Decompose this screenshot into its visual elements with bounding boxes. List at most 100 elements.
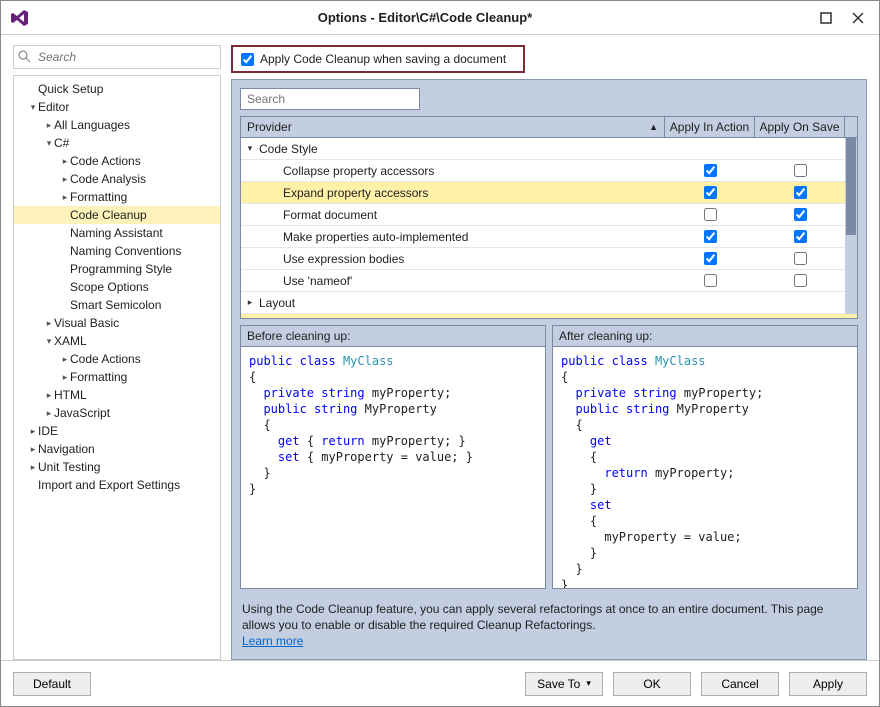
tree-item[interactable]: ▸Code Actions [14,152,220,170]
apply-on-save-checkbox[interactable] [794,208,807,221]
grid-data-row[interactable]: Make properties auto-implemented [241,226,845,248]
apply-in-action-checkbox[interactable] [704,164,717,177]
maximize-icon[interactable] [819,11,833,25]
tree-item[interactable]: ▾Editor [14,98,220,116]
grid-data-row[interactable]: Use 'nameof' [241,270,845,292]
tree-item[interactable]: Quick Setup [14,80,220,98]
group-arrow-icon: ▸ [241,297,259,308]
row-label: Expand property accessors [241,186,665,200]
apply-on-save-checkbox[interactable] [794,274,807,287]
apply-in-action-checkbox[interactable] [704,208,717,221]
tree-arrow-icon: ▸ [44,390,54,401]
apply-in-action-checkbox[interactable] [704,252,717,265]
apply-on-save-banner: Apply Code Cleanup when saving a documen… [231,45,525,73]
default-button[interactable]: Default [13,672,91,696]
row-label: Make properties auto-implemented [241,230,665,244]
tree-arrow-icon: ▸ [60,372,70,383]
tree-item[interactable]: ▾XAML [14,332,220,350]
grid-group-row[interactable]: ▸Layout [241,292,845,314]
learn-more-link[interactable]: Learn more [242,634,303,648]
tree-item[interactable]: Naming Conventions [14,242,220,260]
tree-item-label: All Languages [54,118,130,132]
description-text: Using the Code Cleanup feature, you can … [240,595,858,651]
options-tree[interactable]: Quick Setup▾Editor▸All Languages▾C#▸Code… [13,75,221,660]
tree-arrow-icon: ▸ [60,174,70,185]
tree-item-label: JavaScript [54,406,110,420]
tree-item[interactable]: ▸All Languages [14,116,220,134]
tree-item-label: Import and Export Settings [38,478,180,492]
tree-item[interactable]: ▸Navigation [14,440,220,458]
tree-item-label: Naming Conventions [70,244,181,258]
tree-item-label: Code Cleanup [70,208,147,222]
sidebar-search-input[interactable] [13,45,221,69]
apply-on-save-checkbox[interactable] [794,252,807,265]
tree-item[interactable]: ▸Code Analysis [14,170,220,188]
preview-after-code: public class MyClass { private string my… [553,347,857,588]
tree-item[interactable]: Scope Options [14,278,220,296]
apply-on-save-checkbox[interactable] [794,186,807,199]
tree-item[interactable]: ▸IDE [14,422,220,440]
tree-item-label: Visual Basic [54,316,119,330]
tree-arrow-icon: ▸ [44,408,54,419]
tree-item[interactable]: ▸Unit Testing [14,458,220,476]
tree-item[interactable]: ▸Visual Basic [14,314,220,332]
apply-on-save-checkbox[interactable] [794,230,807,243]
tree-item-label: Formatting [70,370,127,384]
tree-item-label: Unit Testing [38,460,100,474]
tree-item-label: Smart Semicolon [70,298,161,312]
row-label: Collapse property accessors [241,164,665,178]
grid-scrollbar[interactable] [845,138,857,314]
apply-in-action-checkbox[interactable] [704,186,717,199]
apply-button[interactable]: Apply [789,672,867,696]
tree-item-label: Code Actions [70,352,141,366]
tree-arrow-icon: ▸ [60,354,70,365]
tree-arrow-icon: ▸ [44,318,54,329]
tree-arrow-icon: ▸ [44,120,54,131]
group-arrow-icon: ▾ [241,143,259,154]
window-title: Options - Editor\C#\Code Cleanup* [31,10,819,25]
close-icon[interactable] [851,11,865,25]
tree-item-label: HTML [54,388,87,402]
tree-item[interactable]: ▸HTML [14,386,220,404]
options-dialog: Options - Editor\C#\Code Cleanup* Quick … [0,0,880,707]
tree-item[interactable]: Code Cleanup [14,206,220,224]
apply-in-action-checkbox[interactable] [704,230,717,243]
grid-group-row[interactable]: ▾Code Style [241,138,845,160]
tree-item[interactable]: ▸Formatting [14,368,220,386]
tree-item[interactable]: ▾C# [14,134,220,152]
tree-item[interactable]: Import and Export Settings [14,476,220,494]
tree-item[interactable]: ▸Formatting [14,188,220,206]
save-to-button[interactable]: Save To [525,672,603,696]
tree-item-label: Programming Style [70,262,172,276]
preview-after-title: After cleaning up: [553,326,857,347]
grid-data-row[interactable]: Use expression bodies [241,248,845,270]
ok-button[interactable]: OK [613,672,691,696]
provider-search-input[interactable] [240,88,420,110]
tree-item[interactable]: Smart Semicolon [14,296,220,314]
apply-on-save-label: Apply Code Cleanup when saving a documen… [260,52,506,66]
grid-data-row[interactable]: Format document [241,204,845,226]
apply-on-save-checkbox[interactable] [794,164,807,177]
grid-data-row[interactable]: Expand property accessors [241,182,845,204]
column-apply-on-save[interactable]: Apply On Save [755,117,845,137]
group-label: Layout [259,296,845,310]
apply-in-action-checkbox[interactable] [704,274,717,287]
preview-before: Before cleaning up: public class MyClass… [240,325,546,589]
column-provider[interactable]: Provider ▲ [241,117,665,137]
tree-item-label: XAML [54,334,87,348]
preview-after: After cleaning up: public class MyClass … [552,325,858,589]
row-label: Use 'nameof' [241,274,665,288]
cancel-button[interactable]: Cancel [701,672,779,696]
grid-data-row[interactable]: Collapse property accessors [241,160,845,182]
tree-item[interactable]: ▸JavaScript [14,404,220,422]
tree-item[interactable]: ▸Code Actions [14,350,220,368]
tree-item-label: IDE [38,424,58,438]
tree-item[interactable]: Naming Assistant [14,224,220,242]
tree-arrow-icon: ▸ [28,444,38,455]
tree-item[interactable]: Programming Style [14,260,220,278]
group-label: Code Style [259,142,845,156]
tree-item-label: Naming Assistant [70,226,163,240]
column-apply-in-action[interactable]: Apply In Action [665,117,755,137]
apply-on-save-checkbox[interactable] [241,53,254,66]
search-icon [17,49,31,63]
